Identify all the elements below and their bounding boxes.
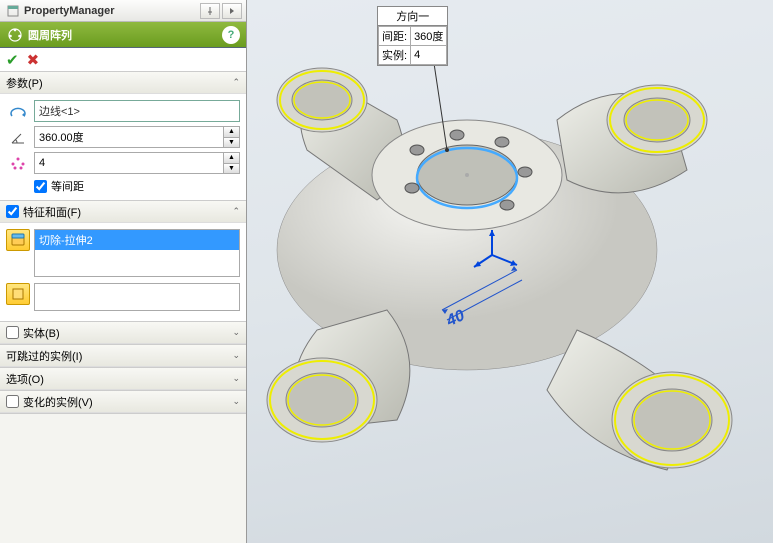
pin-button[interactable]	[200, 3, 220, 19]
chevron-down-icon: ⌄	[232, 327, 240, 338]
features-faces-header[interactable]: 特征和面(F) ⌃	[0, 201, 246, 223]
flag-spacing-value[interactable]: 360度	[411, 27, 447, 46]
features-faces-section: 特征和面(F) ⌃ 切除-拉伸2	[0, 201, 246, 322]
bodies-section: 实体(B) ⌄	[0, 322, 246, 345]
flag-instances-label: 实例:	[379, 46, 411, 65]
feature-title-bar: 圆周阵列 ?	[0, 22, 246, 48]
flag-header: 方向一	[378, 7, 447, 26]
face-select-icon	[6, 283, 30, 305]
chevron-up-icon: ⌃	[232, 77, 240, 88]
3d-viewport[interactable]: 方向一 间距:360度 实例:4 40	[247, 0, 773, 543]
next-button[interactable]	[222, 3, 242, 19]
count-input[interactable]: ▲▼	[34, 152, 240, 174]
origin-triad	[472, 225, 532, 285]
count-spin-up[interactable]: ▲	[224, 153, 239, 164]
parameters-title: 参数(P)	[6, 75, 43, 91]
options-title: 选项(O)	[6, 371, 44, 387]
property-manager-header: PropertyManager	[0, 0, 246, 22]
instances-icon	[6, 152, 30, 174]
parameters-section: 参数(P) ⌃ 边线<1> ▲▼	[0, 72, 246, 201]
skip-title: 可跳过的实例(I)	[6, 348, 82, 364]
axis-selection[interactable]: 边线<1>	[34, 100, 240, 122]
property-manager-title: PropertyManager	[24, 5, 200, 17]
angle-input[interactable]: ▲▼	[34, 126, 240, 148]
ok-button[interactable]: ✔	[6, 51, 19, 69]
varied-title: 变化的实例(V)	[23, 394, 93, 410]
flag-spacing-label: 间距:	[379, 27, 411, 46]
angle-field[interactable]	[35, 127, 223, 147]
count-spin-down[interactable]: ▼	[224, 164, 239, 174]
skip-section: 可跳过的实例(I) ⌄	[0, 345, 246, 368]
equal-spacing-label: 等间距	[51, 178, 84, 194]
angle-spin-up[interactable]: ▲	[224, 127, 239, 138]
angle-icon	[6, 126, 30, 148]
ok-cancel-bar: ✔ ✖	[0, 48, 246, 72]
bodies-checkbox[interactable]	[6, 326, 19, 339]
features-faces-title: 特征和面(F)	[23, 204, 81, 220]
chevron-down-icon: ⌄	[232, 396, 240, 407]
flag-instances-value[interactable]: 4	[411, 46, 447, 65]
axis-icon	[6, 100, 30, 122]
help-button[interactable]: ?	[222, 26, 240, 44]
varied-section: 变化的实例(V) ⌄	[0, 391, 246, 414]
skip-header[interactable]: 可跳过的实例(I) ⌄	[0, 345, 246, 367]
feature-item[interactable]: 切除-拉伸2	[35, 230, 239, 250]
varied-header[interactable]: 变化的实例(V) ⌄	[0, 391, 246, 413]
chevron-down-icon: ⌄	[232, 373, 240, 384]
chevron-up-icon: ⌃	[232, 206, 240, 217]
features-listbox[interactable]: 切除-拉伸2	[34, 229, 240, 277]
count-field[interactable]	[35, 153, 223, 173]
features-faces-checkbox[interactable]	[6, 205, 19, 218]
cancel-button[interactable]: ✖	[27, 51, 40, 69]
varied-checkbox[interactable]	[6, 395, 19, 408]
property-manager-panel: PropertyManager 圆周阵列 ? ✔ ✖ 参数(P) ⌃ 边线<1>	[0, 0, 247, 543]
chevron-down-icon: ⌄	[232, 350, 240, 361]
circular-pattern-icon	[6, 26, 24, 44]
bodies-header[interactable]: 实体(B) ⌄	[0, 322, 246, 344]
faces-listbox[interactable]	[34, 283, 240, 311]
angle-spin-down[interactable]: ▼	[224, 138, 239, 148]
bodies-title: 实体(B)	[23, 325, 60, 341]
feature-name: 圆周阵列	[28, 27, 222, 43]
direction-flag[interactable]: 方向一 间距:360度 实例:4	[377, 6, 448, 66]
parameters-header[interactable]: 参数(P) ⌃	[0, 72, 246, 94]
equal-spacing-checkbox[interactable]	[34, 180, 47, 193]
tab-icon	[4, 3, 22, 19]
feature-select-icon	[6, 229, 30, 251]
options-header[interactable]: 选项(O) ⌄	[0, 368, 246, 390]
options-section: 选项(O) ⌄	[0, 368, 246, 391]
